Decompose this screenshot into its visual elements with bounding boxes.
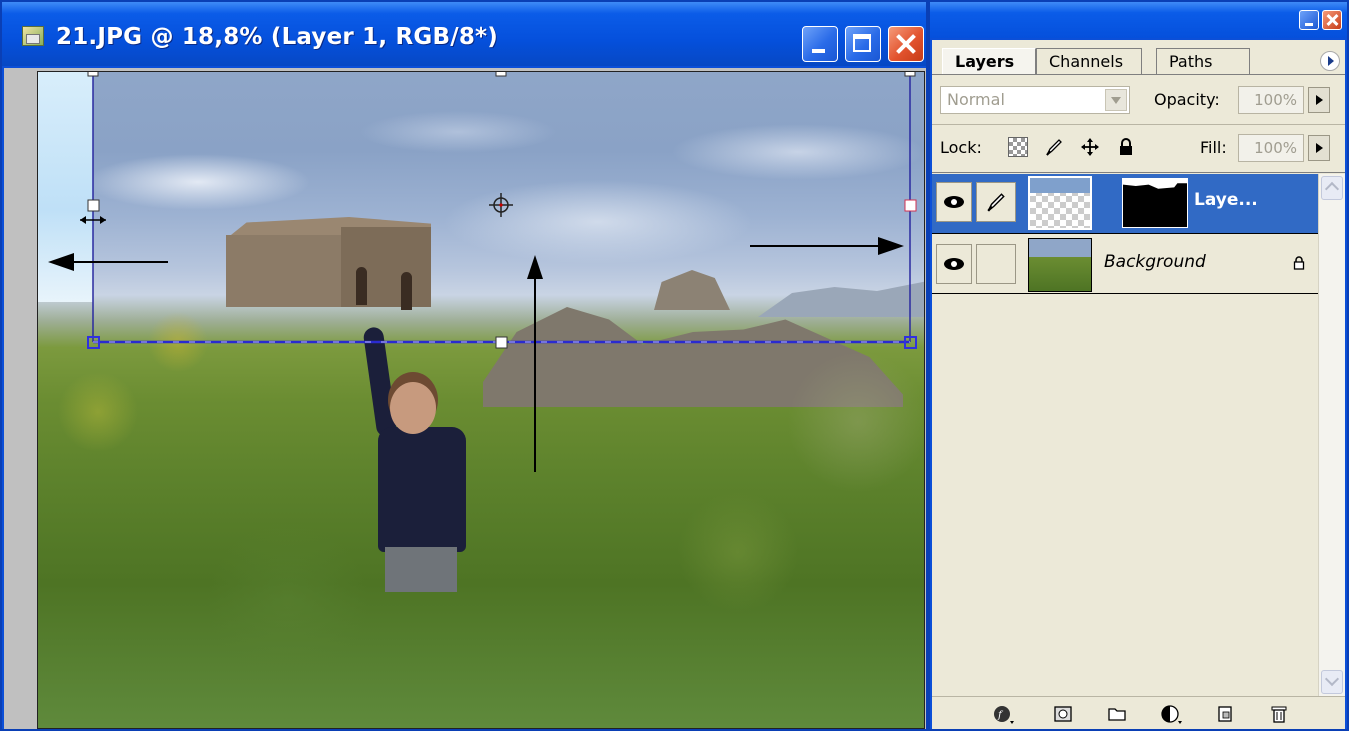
document-title: 21.JPG @ 18,8% (Layer 1, RGB/8*) (56, 24, 498, 50)
minimize-button[interactable] (802, 26, 838, 62)
brush-icon (987, 193, 1005, 212)
tab-layers[interactable]: Layers (942, 48, 1036, 74)
lock-label: Lock: (940, 138, 982, 157)
blend-mode-select[interactable]: Normal (940, 86, 1130, 114)
transform-overlay[interactable] (38, 72, 924, 728)
lock-row: Lock: Fill: 100% (932, 128, 1345, 168)
layer-link-cell[interactable] (976, 182, 1016, 222)
document-window: 21.JPG @ 18,8% (Layer 1, RGB/8*) (0, 0, 928, 731)
lock-all-icon[interactable] (1116, 137, 1136, 157)
visibility-toggle[interactable] (936, 182, 972, 222)
layer-mask-thumbnail[interactable] (1122, 178, 1188, 228)
handle-bottom-center[interactable] (495, 336, 508, 349)
trash-icon (1271, 706, 1287, 723)
photoshop-document-icon (22, 26, 44, 46)
layer-thumbnail[interactable] (1028, 176, 1092, 230)
scroll-down-button[interactable] (1321, 670, 1343, 694)
tab-channels[interactable]: Channels (1036, 48, 1142, 74)
palette-tabs: Layers Channels Paths (932, 40, 1345, 76)
handle-top-left[interactable] (87, 72, 99, 77)
new-layer-icon (1218, 706, 1232, 722)
fill-label: Fill: (1200, 138, 1227, 157)
new-layer-button[interactable] (1212, 703, 1238, 725)
handle-middle-right[interactable] (904, 199, 917, 212)
layer-style-icon: f (994, 706, 1014, 724)
adjustment-layer-icon (1161, 705, 1182, 724)
document-workspace (4, 68, 926, 729)
delete-layer-button[interactable] (1266, 703, 1292, 725)
lock-image-icon[interactable] (1044, 137, 1064, 157)
layer-name[interactable]: Laye... (1194, 190, 1258, 210)
add-mask-button[interactable] (1050, 703, 1076, 725)
opacity-label: Opacity: (1154, 90, 1220, 109)
image-canvas[interactable] (37, 71, 925, 729)
eye-icon (944, 258, 964, 270)
lock-position-icon[interactable] (1080, 137, 1100, 157)
chevron-down-icon[interactable] (1105, 89, 1127, 111)
layer-list: Laye... Background (932, 174, 1318, 696)
layers-palette-window: Layers Channels Paths Normal Opacity: 10… (928, 0, 1349, 731)
arrow-up-icon (527, 255, 543, 472)
maximize-button[interactable] (845, 26, 881, 62)
fill-slider-button[interactable] (1308, 135, 1330, 161)
scroll-up-button[interactable] (1321, 176, 1343, 200)
document-titlebar[interactable]: 21.JPG @ 18,8% (Layer 1, RGB/8*) (2, 2, 926, 66)
opacity-field[interactable]: 100% (1238, 86, 1304, 114)
opacity-slider-button[interactable] (1308, 87, 1330, 113)
layer-name[interactable]: Background (1104, 252, 1206, 272)
handle-top-right[interactable] (904, 72, 916, 77)
visibility-toggle[interactable] (936, 244, 972, 284)
new-group-icon (1108, 708, 1126, 721)
layers-palette: Layers Channels Paths Normal Opacity: 10… (932, 40, 1345, 729)
handle-middle-left[interactable] (87, 199, 100, 212)
layer-row-layer-1[interactable]: Laye... (932, 174, 1318, 234)
layer-link-cell[interactable] (976, 244, 1016, 284)
handle-top-center[interactable] (495, 72, 507, 77)
blend-mode-value: Normal (947, 90, 1005, 109)
palette-bottom-bar: f (932, 696, 1345, 729)
layer-row-background[interactable]: Background (932, 236, 1318, 294)
lock-icon (1293, 256, 1305, 270)
layer-style-button[interactable]: f (990, 703, 1016, 725)
new-group-button[interactable] (1104, 703, 1130, 725)
arrow-right-icon (750, 237, 904, 255)
lock-transparent-icon[interactable] (1008, 137, 1028, 157)
layer-mask-icon (1054, 706, 1072, 722)
close-button[interactable] (888, 26, 924, 62)
palette-titlebar[interactable] (930, 2, 1347, 38)
reference-point-icon[interactable] (489, 193, 513, 217)
adjustment-layer-button[interactable] (1158, 703, 1184, 725)
tab-paths[interactable]: Paths (1156, 48, 1250, 74)
palette-menu-icon[interactable] (1320, 51, 1340, 71)
eye-icon (944, 196, 964, 208)
palette-minimize-button[interactable] (1299, 10, 1319, 30)
layer-thumbnail[interactable] (1028, 238, 1092, 292)
palette-close-button[interactable] (1322, 10, 1342, 30)
blend-row: Normal Opacity: 100% (932, 80, 1345, 120)
fill-field[interactable]: 100% (1238, 134, 1304, 162)
arrow-left-icon (48, 253, 168, 271)
layer-list-scrollbar[interactable] (1318, 174, 1345, 696)
